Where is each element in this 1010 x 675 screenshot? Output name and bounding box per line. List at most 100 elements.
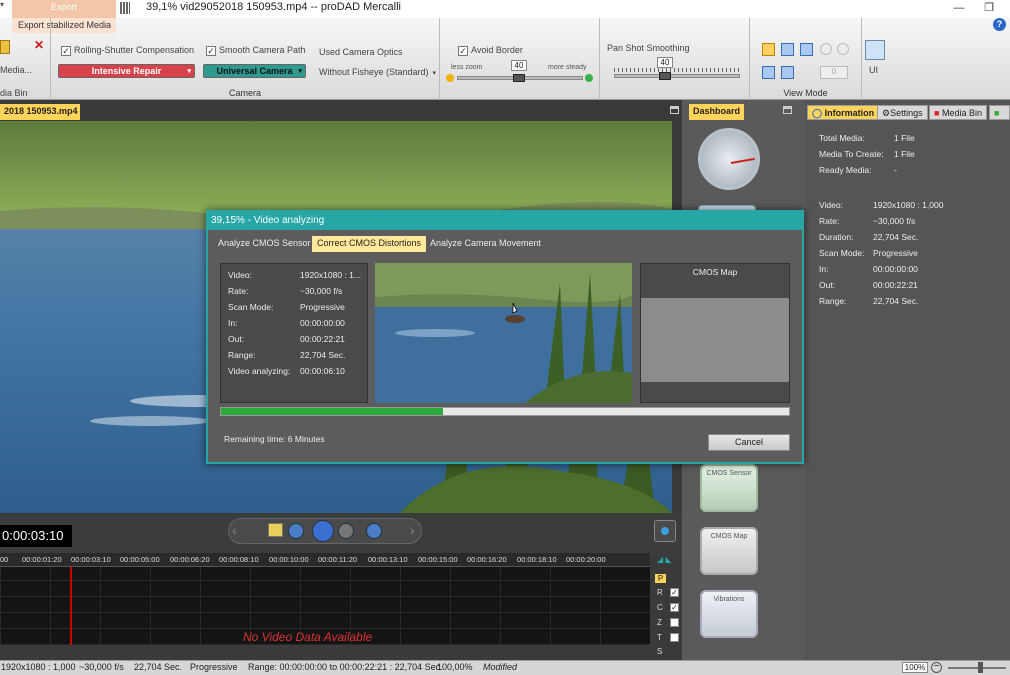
ruler-tick: 00:00:20:00 bbox=[566, 555, 606, 564]
expand-icon[interactable]: ◢ ◣ bbox=[657, 555, 672, 564]
track-p[interactable]: P bbox=[655, 574, 666, 583]
status-zoom: 100,00% bbox=[437, 662, 473, 672]
ruler-tick: 00 bbox=[0, 555, 9, 564]
avoid-border-checkbox[interactable]: ✓ Avoid Border bbox=[458, 45, 523, 56]
track-z-checkbox[interactable] bbox=[670, 618, 679, 627]
tab-more[interactable]: ■ bbox=[989, 105, 1010, 120]
media-group: ✕ Media... dia Bin bbox=[0, 18, 50, 100]
maximize-button[interactable]: ❐ bbox=[974, 0, 1004, 18]
view-compare-icon[interactable] bbox=[800, 43, 813, 56]
prev-arrow-icon[interactable]: ‹ bbox=[232, 522, 237, 538]
next-arrow-icon[interactable]: › bbox=[410, 522, 415, 538]
chevron-down-icon: ▾ bbox=[187, 68, 191, 75]
dialog-video-preview bbox=[375, 263, 632, 403]
vibrations-label: Vibrations bbox=[713, 596, 745, 603]
cmos-sensor-gauge[interactable]: CMOS Sensor bbox=[700, 464, 758, 512]
remaining-time: Remaining time: 6 Minutes bbox=[224, 434, 325, 444]
maximize-pane-icon[interactable] bbox=[783, 106, 792, 114]
progress-bar bbox=[220, 407, 790, 416]
dialog-info-label: Video: bbox=[228, 270, 252, 280]
track-c-checkbox[interactable]: ✓ bbox=[670, 603, 679, 612]
view-split-icon[interactable] bbox=[781, 43, 794, 56]
rolling-shutter-dropdown[interactable]: Intensive Repair ▾ bbox=[58, 64, 195, 78]
info-value: 00:00:00:00 bbox=[873, 264, 918, 274]
checkmark-icon[interactable]: ✓ bbox=[458, 45, 468, 56]
media-button-label[interactable]: Media... bbox=[0, 65, 32, 75]
redo-icon[interactable] bbox=[837, 43, 849, 55]
track-t[interactable]: T bbox=[657, 633, 662, 642]
zoom-box[interactable]: 100% bbox=[902, 662, 928, 673]
smooth-path-value: Universal Camera bbox=[216, 66, 293, 76]
zoom-out-icon[interactable]: − bbox=[931, 662, 942, 673]
vibrations-gauge[interactable]: Vibrations bbox=[700, 590, 758, 638]
track-s[interactable]: S bbox=[657, 647, 662, 656]
spin-box[interactable]: 0 bbox=[820, 66, 848, 79]
playhead[interactable] bbox=[70, 567, 72, 645]
smooth-path-dropdown[interactable]: Universal Camera ▾ bbox=[203, 64, 306, 78]
pan-slider[interactable] bbox=[614, 72, 740, 80]
view-single-icon[interactable] bbox=[762, 43, 775, 56]
ui-icon[interactable] bbox=[865, 40, 885, 60]
film-icon bbox=[120, 2, 130, 14]
snapshot-icon[interactable] bbox=[268, 523, 283, 537]
camera-group-label: Camera bbox=[228, 88, 261, 98]
minimize-button[interactable]: — bbox=[944, 0, 974, 18]
cmos-map-gauge[interactable]: CMOS Map bbox=[700, 527, 758, 575]
track-r[interactable]: R bbox=[657, 588, 663, 597]
zoom-slider[interactable] bbox=[948, 667, 1006, 669]
zoom-slider-handle[interactable] bbox=[978, 662, 983, 673]
border-group: ✓ Avoid Border less zoom more steady 40 bbox=[440, 18, 600, 100]
tab-analyze-cmos[interactable]: Analyze CMOS Sensor bbox=[213, 236, 316, 252]
timecode-display: 0:00:03:10 bbox=[0, 525, 72, 547]
tab-export[interactable]: Export bbox=[12, 0, 116, 18]
dialog-info-label: Video analyzing: bbox=[228, 366, 291, 376]
timeline-ruler[interactable]: 00 00:00:01:20 00:00:03:10 00:00:05:00 0… bbox=[0, 553, 650, 567]
maximize-pane-icon[interactable] bbox=[670, 106, 679, 114]
track-z[interactable]: Z bbox=[657, 618, 662, 627]
track-c[interactable]: C bbox=[657, 603, 663, 612]
dialog-info-label: In: bbox=[228, 318, 238, 328]
track-r-checkbox[interactable]: ✓ bbox=[670, 588, 679, 597]
tab-media-bin[interactable]: ■ Media Bin bbox=[929, 105, 987, 120]
ruler-tick: 00:00:18:10 bbox=[517, 555, 557, 564]
view-dual-icon[interactable] bbox=[781, 66, 794, 79]
camera-optics-dropdown[interactable]: Without Fisheye (Standard) ▾ bbox=[319, 67, 436, 77]
slider-handle[interactable] bbox=[513, 74, 525, 82]
media-icon[interactable] bbox=[0, 40, 10, 54]
border-slider[interactable] bbox=[457, 74, 583, 82]
pause-icon[interactable] bbox=[338, 523, 354, 539]
help-icon[interactable]: ? bbox=[993, 18, 1006, 31]
info-label: Video: bbox=[819, 200, 843, 210]
camera-optics-value: Without Fisheye (Standard) bbox=[319, 67, 429, 77]
cancel-button[interactable]: Cancel bbox=[708, 434, 790, 451]
undo-icon[interactable] bbox=[820, 43, 832, 55]
info-value: 1 File bbox=[894, 149, 915, 159]
checkmark-icon[interactable]: ✓ bbox=[206, 45, 216, 56]
view-monitor-icon[interactable] bbox=[762, 66, 775, 79]
remove-icon[interactable]: ✕ bbox=[34, 38, 44, 52]
record-button[interactable] bbox=[654, 520, 676, 542]
tab-information[interactable]: ◯ Information bbox=[807, 105, 880, 120]
track-t-checkbox[interactable] bbox=[670, 633, 679, 642]
smooth-path-checkbox[interactable]: ✓ Smooth Camera Path bbox=[206, 45, 306, 56]
tab-correct-cmos[interactable]: Correct CMOS Distortions bbox=[312, 236, 427, 252]
menu-chevron-icon[interactable]: ▾ bbox=[0, 0, 8, 18]
checkmark-icon[interactable]: ✓ bbox=[61, 45, 71, 56]
no-data-message: No Video Data Available bbox=[243, 630, 373, 644]
speed-gauge-icon bbox=[698, 128, 760, 190]
slider-handle[interactable] bbox=[659, 72, 671, 80]
dashboard-tab[interactable]: Dashboard bbox=[689, 104, 744, 120]
cmos-map-box: CMOS Map bbox=[640, 263, 790, 403]
tab-analyze-camera[interactable]: Analyze Camera Movement bbox=[425, 236, 546, 252]
rolling-shutter-checkbox[interactable]: ✓ Rolling-Shutter Compensation bbox=[61, 45, 194, 56]
file-tab[interactable]: 2018 150953.mp4 bbox=[0, 104, 80, 120]
play-icon[interactable] bbox=[312, 520, 334, 542]
status-state: Modified bbox=[483, 662, 518, 672]
skip-back-icon[interactable] bbox=[288, 523, 304, 539]
dialog-info-label: Range: bbox=[228, 350, 256, 360]
tab-settings-label: Settings bbox=[890, 108, 923, 118]
skip-forward-icon[interactable] bbox=[366, 523, 382, 539]
cmos-map-title: CMOS Map bbox=[692, 267, 738, 277]
camera-optics-label: Used Camera Optics bbox=[319, 47, 403, 57]
tab-settings[interactable]: ⚙Settings bbox=[877, 105, 928, 120]
